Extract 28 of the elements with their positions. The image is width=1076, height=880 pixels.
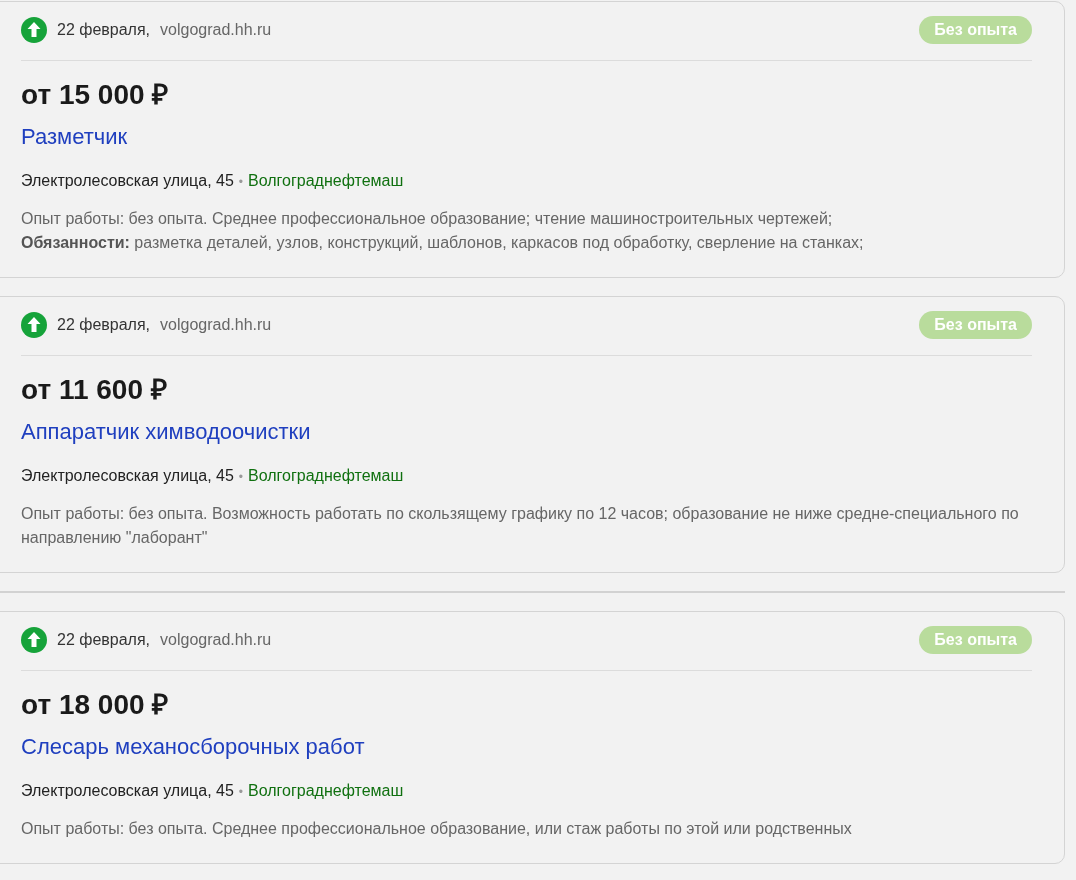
date: 22 февраля, xyxy=(57,316,151,334)
company-link[interactable]: Волгограднефтемаш xyxy=(248,170,404,192)
date: 22 февраля, xyxy=(57,21,151,39)
source-site: volgograd.hh.ru xyxy=(160,631,272,649)
vacancy-title-link[interactable]: Аппаратчик химводоочистки xyxy=(21,416,311,448)
description-text: Опыт работы: без опыта. Возможность работать по скользящему графику по 12 часов; образование не ниже средне-специального по направлению "лаборант" xyxy=(21,504,1020,548)
source-site: volgograd.hh.ru xyxy=(160,316,272,334)
address: Электролесовская улица, 45 xyxy=(21,466,234,486)
description-text: Обязанности: разметка деталей, узлов, конструкций, шаблонов, каркасов под обработку, сверление на станках; xyxy=(21,233,865,253)
experience-tag: Без опыта xyxy=(919,311,1032,339)
salary: от 18 000 ₽ xyxy=(21,688,169,722)
experience-tag: Без опыта xyxy=(919,626,1032,654)
salary: от 11 600 ₽ xyxy=(21,373,167,407)
bullet: • xyxy=(238,784,244,801)
bullet: • xyxy=(238,174,244,191)
bullet: • xyxy=(238,469,244,486)
experience-tag: Без опыта xyxy=(919,16,1032,44)
company-link[interactable]: Волгограднефтемаш xyxy=(248,465,404,487)
description-text: Опыт работы: без опыта. Среднее профессиональное образование; чтение машиностроительных чертежей; xyxy=(21,209,834,229)
company-link[interactable]: Волгограднефтемаш xyxy=(248,780,404,802)
address: Электролесовская улица, 45 xyxy=(21,171,234,191)
address: Электролесовская улица, 45 xyxy=(21,781,234,801)
date: 22 февраля, xyxy=(57,631,151,649)
description-text: Опыт работы: без опыта. Среднее профессиональное образование, или стаж работы по этой или родственных xyxy=(21,819,853,839)
vacancy-title-link[interactable]: Разметчик xyxy=(21,121,128,153)
salary: от 15 000 ₽ xyxy=(21,78,169,112)
source-site: volgograd.hh.ru xyxy=(160,21,272,39)
vacancy-title-link[interactable]: Слесарь механосборочных работ xyxy=(21,731,365,763)
